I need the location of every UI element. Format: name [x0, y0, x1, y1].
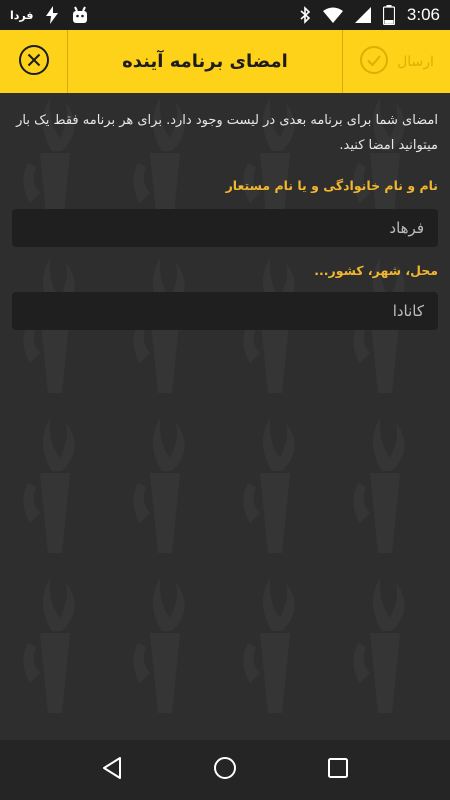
place-input[interactable]	[12, 292, 438, 330]
home-button[interactable]	[200, 745, 250, 795]
bluetooth-icon	[299, 6, 311, 24]
page-title: امضای برنامه آینده	[122, 51, 288, 72]
name-input[interactable]	[12, 209, 438, 247]
system-nav-bar	[0, 740, 450, 800]
app-logo-notification-icon: فردا	[10, 8, 34, 22]
form-content: امضای شما برای برنامه بعدی در لیست وجود …	[0, 93, 450, 330]
recents-square-icon	[327, 757, 349, 783]
back-button[interactable]	[87, 745, 137, 795]
place-field-label: محل، شهر، کشور...	[314, 263, 438, 278]
home-circle-icon	[213, 756, 237, 784]
recents-button[interactable]	[313, 745, 363, 795]
status-bar: فردا 3:06	[0, 0, 450, 30]
status-time: 3:06	[406, 5, 440, 24]
top-app-bar: امضای برنامه آینده ارسال	[0, 30, 450, 93]
back-triangle-icon	[101, 756, 123, 784]
send-label: ارسال	[397, 53, 434, 70]
status-right: 3:06	[299, 5, 440, 25]
cellular-signal-icon	[354, 7, 371, 23]
close-circle-icon	[18, 44, 50, 80]
send-button[interactable]: ارسال	[342, 30, 450, 93]
close-button[interactable]	[0, 30, 68, 93]
check-circle-icon	[359, 45, 389, 79]
android-icon	[71, 6, 89, 24]
wifi-icon	[322, 7, 343, 23]
name-field-label: نام و نام خانوادگی و یا نام مستعار	[225, 178, 438, 193]
flash-icon	[45, 6, 59, 24]
battery-icon	[382, 5, 395, 25]
intro-text: امضای شما برای برنامه بعدی در لیست وجود …	[16, 113, 438, 153]
status-left: فردا	[10, 6, 89, 24]
